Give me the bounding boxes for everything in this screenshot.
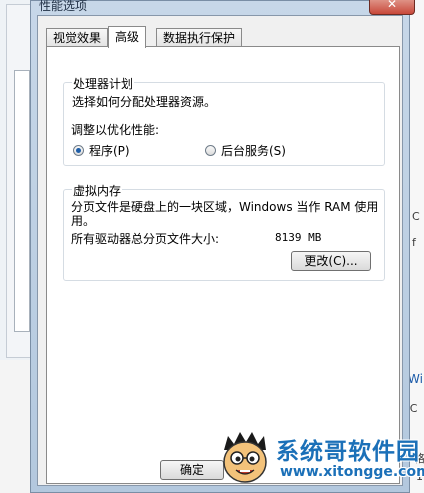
tab-label: 数据执行保护	[163, 31, 236, 45]
dialog-title: 性能选项	[39, 0, 88, 13]
background-text-fragment: f	[412, 236, 416, 249]
performance-options-dialog: 性能选项 ✕ 视觉效果 高级 数据执行保护 处理器计划 选择如何分配处理器资源。…	[30, 0, 415, 493]
adjust-for-label: 调整以优化性能:	[71, 123, 160, 137]
dialog-client-area: 视觉效果 高级 数据执行保护 处理器计划 选择如何分配处理器资源。 调整以优化性…	[37, 15, 403, 486]
watermark-url: www.xitongge.com	[280, 464, 424, 480]
tab-advanced[interactable]: 高级	[108, 26, 147, 48]
watermark-brand: 系统哥软件园	[276, 439, 420, 465]
total-paging-size-label: 所有驱动器总分页文件大小:	[71, 232, 220, 246]
change-virtual-memory-button[interactable]: 更改(C)...	[291, 251, 371, 271]
tab-data-execution-prevention[interactable]: 数据执行保护	[156, 28, 243, 46]
close-icon: ✕	[386, 0, 398, 11]
cartoon-mascot-icon	[223, 432, 267, 483]
background-link[interactable]: Wi	[408, 372, 423, 386]
ok-button-label: 确定	[179, 463, 204, 477]
advanced-tab-panel: 处理器计划 选择如何分配处理器资源。 调整以优化性能: 程序(P) 后台服务(S…	[46, 46, 400, 484]
virtual-memory-description-line2: 用。	[71, 214, 96, 228]
tab-label: 视觉效果	[53, 31, 102, 45]
background-text-fragment: C	[412, 210, 420, 223]
watermark-logo: 系统哥软件园 www.xitongge.com	[214, 428, 424, 493]
processor-description: 选择如何分配处理器资源。	[72, 95, 217, 109]
tab-visual-effects[interactable]: 视觉效果	[46, 28, 109, 46]
background-services-radio[interactable]	[205, 145, 216, 156]
background-services-radio-label[interactable]: 后台服务(S)	[221, 142, 286, 159]
virtual-memory-title: 虚拟内存	[72, 182, 123, 199]
programs-radio-label[interactable]: 程序(P)	[89, 142, 130, 159]
total-paging-size-value: 8139 MB	[275, 231, 322, 244]
background-list	[14, 70, 30, 332]
virtual-memory-description-line1: 分页文件是硬盘上的一块区域，Windows 当作 RAM 使用	[71, 200, 379, 214]
processor-scheduling-title: 处理器计划	[72, 75, 135, 92]
change-button-label: 更改(C)...	[304, 254, 358, 268]
programs-radio[interactable]	[73, 145, 84, 156]
tab-label: 高级	[115, 30, 140, 44]
close-button[interactable]: ✕	[369, 0, 415, 15]
